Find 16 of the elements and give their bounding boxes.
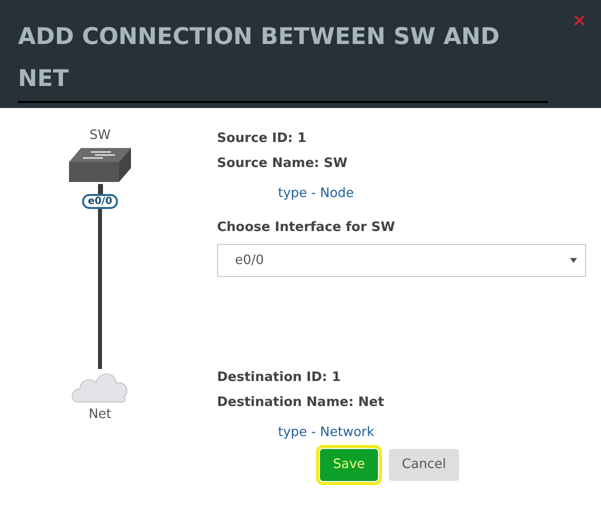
source-id: Source ID: 1 (217, 130, 308, 148)
destination-type: type - Network (277, 424, 376, 442)
interface-select[interactable]: e0/0 (217, 244, 586, 277)
source-name: Source Name: SW (217, 155, 348, 173)
destination-name: Destination Name: Net (217, 394, 386, 412)
switch-icon (69, 148, 131, 182)
destination-id: Destination ID: 1 (217, 369, 342, 387)
node-label: Net (88, 406, 112, 424)
cancel-button[interactable]: Cancel (388, 449, 459, 481)
source-type: type - Node (277, 185, 355, 203)
dialog-title: ADD CONNECTION BETWEEN SW AND NET (18, 16, 548, 103)
caret-icon (570, 258, 577, 263)
interface-label: Choose Interface for SW (217, 219, 396, 237)
interface-badge: e0/0 (82, 194, 118, 208)
node-label: SW (89, 127, 111, 145)
save-button[interactable]: Save (320, 449, 378, 481)
